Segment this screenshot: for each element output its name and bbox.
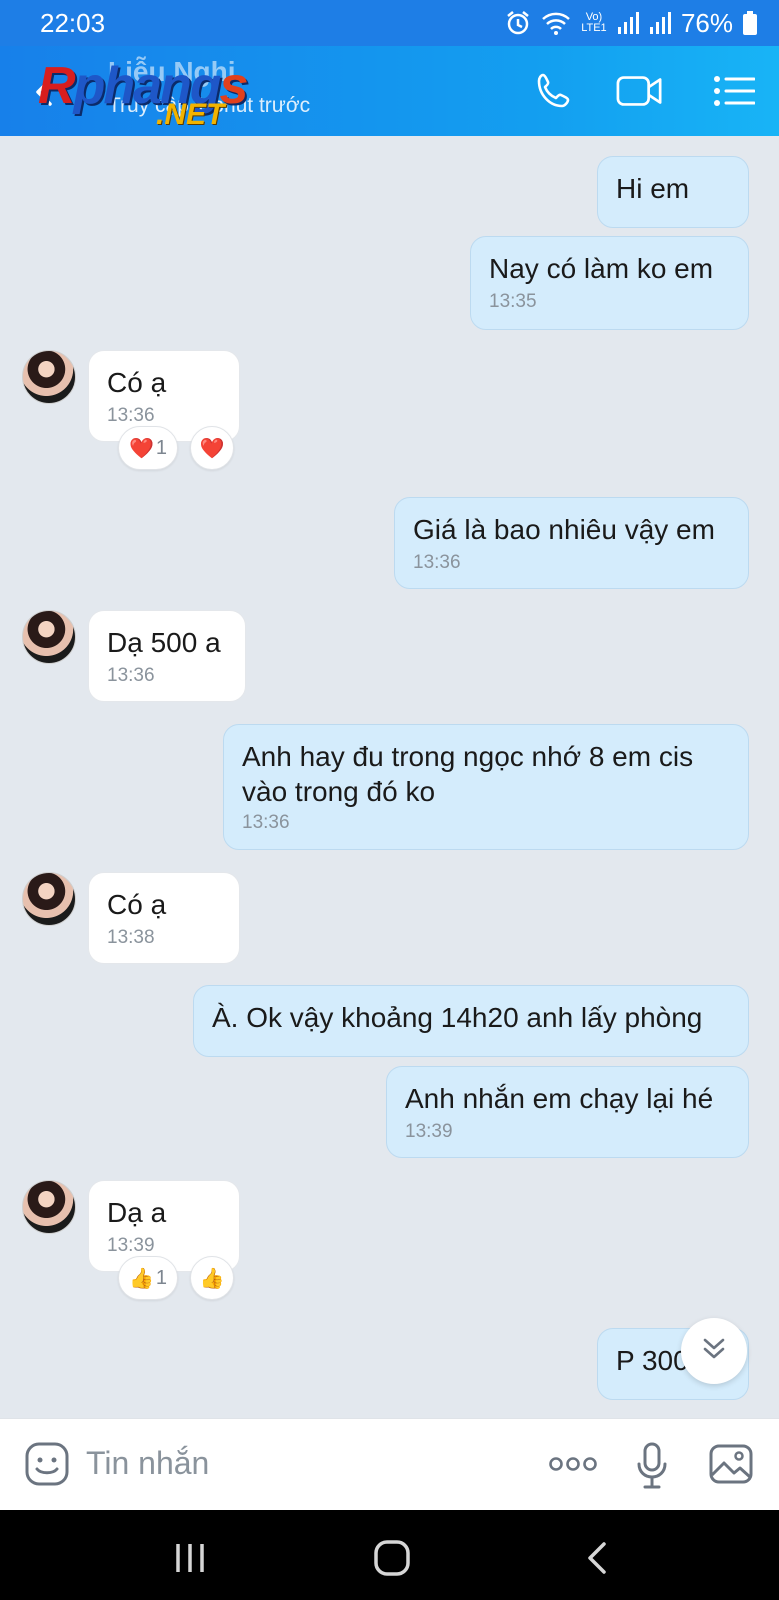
message-text: P 300: [616, 1345, 689, 1376]
phone-icon[interactable]: [530, 68, 578, 114]
recent-apps-icon[interactable]: [170, 1538, 210, 1578]
status-indicators: Vo) LTE1 76%: [505, 8, 757, 39]
message-time: 13:36: [107, 405, 155, 426]
alarm-icon: [505, 10, 531, 36]
message-time: 13:38: [107, 927, 155, 948]
reaction-count: 1: [155, 1266, 168, 1289]
network-type-label: Vo) LTE1: [581, 11, 607, 34]
thumbs-up-reaction-button[interactable]: 👍: [190, 1256, 234, 1300]
nav-back-icon[interactable]: [578, 1538, 618, 1578]
avatar[interactable]: [22, 872, 76, 926]
avatar[interactable]: [22, 610, 76, 664]
message-input[interactable]: Tin nhắn: [86, 1445, 209, 1482]
reaction-summary[interactable]: ❤️ 1: [118, 426, 178, 470]
microphone-icon[interactable]: [634, 1441, 670, 1491]
message-bubble-outgoing[interactable]: À. Ok vậy khoảng 14h20 anh lấy phòng: [193, 985, 749, 1057]
message-time: 13:35: [489, 291, 537, 312]
heart-icon: ❤️: [199, 437, 225, 460]
message-list[interactable]: Hi em Nay có làm ko em 13:35 Có ạ 13:36 …: [0, 136, 779, 1418]
message-text: Anh nhắn em chạy lại hé: [405, 1083, 714, 1114]
reaction-summary[interactable]: 👍 1: [118, 1256, 178, 1300]
message-text: Dạ a: [107, 1197, 167, 1228]
signal-icon-2: [649, 11, 671, 35]
status-bar: 22:03 Vo) LTE1 76%: [0, 0, 779, 46]
message-time: 13:39: [405, 1121, 453, 1142]
message-bubble-incoming[interactable]: Có ạ 13:38: [88, 872, 240, 964]
menu-list-icon[interactable]: [710, 68, 758, 114]
message-text: À. Ok vậy khoảng 14h20 anh lấy phòng: [212, 1002, 703, 1033]
home-icon[interactable]: [372, 1538, 412, 1578]
message-time: 13:36: [413, 552, 461, 573]
message-bubble-outgoing[interactable]: Anh nhắn em chạy lại hé 13:39: [386, 1066, 749, 1158]
avatar[interactable]: [22, 1180, 76, 1234]
image-icon[interactable]: [708, 1441, 754, 1487]
message-text: Có ạ: [107, 367, 167, 398]
double-chevron-down-icon: [700, 1335, 728, 1368]
message-input-bar: Tin nhắn: [0, 1418, 779, 1510]
message-time: 13:39: [107, 1235, 155, 1256]
message-text: Giá là bao nhiêu vậy em: [413, 514, 715, 545]
message-bubble-outgoing[interactable]: Anh hay đu trong ngọc nhớ 8 em cis vào t…: [223, 724, 749, 850]
heart-reaction-icon: ❤️: [128, 437, 154, 460]
scroll-to-bottom-button[interactable]: [681, 1318, 747, 1384]
message-text: Nay có làm ko em: [489, 253, 714, 284]
thumbs-up-icon: 👍: [199, 1267, 225, 1290]
battery-icon: [743, 11, 757, 35]
message-text: Hi em: [616, 173, 690, 204]
sticker-icon[interactable]: [24, 1441, 70, 1487]
signal-icon: [617, 11, 639, 35]
status-time: 22:03: [40, 7, 106, 38]
reaction-count: 1: [155, 436, 168, 459]
message-text: Anh hay đu trong ngọc nhớ 8 em cis vào t…: [242, 741, 694, 807]
avatar[interactable]: [22, 350, 76, 404]
thumbs-up-reaction-icon: 👍: [128, 1267, 154, 1290]
message-bubble-outgoing[interactable]: Nay có làm ko em 13:35: [470, 236, 749, 330]
chat-header: Liễu Nghi Truy cập 1 phút trước Rphangs …: [0, 46, 779, 136]
message-bubble-outgoing[interactable]: Hi em: [597, 156, 749, 228]
watermark-net: .NET: [156, 98, 225, 131]
battery-percent: 76%: [680, 7, 733, 38]
message-bubble-incoming[interactable]: Dạ 500 a 13:36: [88, 610, 246, 702]
message-text: Dạ 500 a: [107, 627, 221, 658]
message-time: 13:36: [107, 665, 155, 686]
wifi-icon: [541, 11, 571, 35]
watermark-logo: Rphangs .NET: [38, 56, 278, 138]
message-time: 13:36: [242, 812, 290, 833]
message-text: Có ạ: [107, 889, 167, 920]
more-options-icon[interactable]: [548, 1441, 598, 1487]
video-call-icon[interactable]: [616, 68, 664, 114]
system-nav-bar: [0, 1510, 779, 1600]
heart-reaction-button[interactable]: ❤️: [190, 426, 234, 470]
message-bubble-outgoing[interactable]: Giá là bao nhiêu vậy em 13:36: [394, 497, 749, 589]
